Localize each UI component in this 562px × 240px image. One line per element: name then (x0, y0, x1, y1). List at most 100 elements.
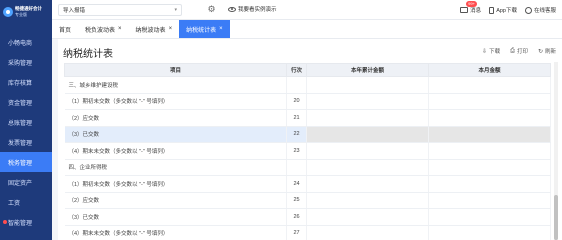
sidebar-item-ecommerce[interactable]: 小畅电商 (0, 32, 52, 52)
row-line (286, 159, 307, 176)
row-item: （3）已交数 (64, 208, 287, 226)
table-row[interactable]: （4）期末未交数（多交数以 "-" 号填列） 27 (64, 225, 551, 240)
headset-icon (524, 6, 532, 14)
table-row[interactable]: （3）已交数 26 (64, 208, 551, 226)
tab-label: 纳税统计表 (186, 27, 217, 34)
table-row[interactable]: （1）期初未交数（多交数以 "-" 号填列） 24 (64, 175, 551, 193)
row-month-amount (428, 93, 551, 110)
row-year-total (306, 142, 429, 160)
table-row-selected[interactable]: （3）已交数 22 (64, 126, 551, 143)
sidebar-item-invoice[interactable]: 发票管理 (0, 132, 52, 152)
row-line (286, 76, 307, 94)
row-year-total (306, 208, 429, 226)
row-year-total (306, 159, 429, 176)
scrollbar-thumb[interactable] (554, 195, 558, 240)
app-download-button[interactable]: App下载 (489, 6, 517, 14)
column-header-month-amount: 本月金额 (428, 63, 551, 77)
toolbar: ⇩ 下载 ⎙ 打印 ↻ 刷新 (482, 47, 556, 56)
row-month-amount (428, 159, 551, 176)
download-label: 下载 (489, 49, 501, 55)
sidebar-item-funds[interactable]: 资金管理 (0, 92, 52, 112)
close-icon[interactable]: × (118, 26, 122, 32)
app-download-label: App下载 (496, 8, 517, 14)
table-row[interactable]: 三、城乡维护建设税 (64, 76, 551, 94)
brand-sub: 专业版 (15, 12, 27, 17)
message-badge: 99+ (466, 1, 477, 7)
brand-logo[interactable]: 畅捷通好会计 专业版 (0, 0, 52, 24)
tab-bar: 首页 税负波动表 × 纳税波动表 × 纳税统计表 × (52, 20, 562, 39)
row-month-amount[interactable] (428, 126, 551, 143)
close-icon[interactable]: × (169, 26, 173, 32)
tab-home[interactable]: 首页 (52, 20, 78, 38)
tab-tax-statistics[interactable]: 纳税统计表 × (179, 20, 230, 38)
sidebar-item-purchase[interactable]: 采购管理 (0, 52, 52, 72)
row-line: 24 (286, 175, 307, 193)
tax-statistics-table: 项目 行次 本年累计金额 本月金额 三、城乡维护建设税 （1）期初未交数（多交数… (64, 63, 551, 240)
row-year-total (306, 93, 429, 110)
row-year-total[interactable] (306, 126, 429, 143)
row-line: 21 (286, 109, 307, 127)
row-month-amount (428, 109, 551, 127)
table-row[interactable]: （1）期初未交数（多交数以 "-" 号填列） 20 (64, 93, 551, 110)
row-year-total (306, 175, 429, 193)
row-month-amount (428, 208, 551, 226)
brand-logo-icon (3, 7, 13, 17)
row-item: 三、城乡维护建设税 (64, 76, 287, 94)
row-line: 26 (286, 208, 307, 226)
download-button[interactable]: ⇩ 下载 (482, 47, 501, 56)
company-select[interactable]: 导入报错 ▾ (58, 4, 182, 16)
message-icon (460, 7, 469, 13)
company-select-value: 导入报错 (63, 8, 86, 14)
topbar: 导入报错 ▾ ⚙ 我要看实例演示 99+ 消息 App下载 在线客服 (52, 0, 562, 20)
row-year-total (306, 76, 429, 94)
sidebar: 畅捷通好会计 专业版 小畅电商 采购管理 库存核算 资金管理 总账管理 发票管理… (0, 0, 52, 240)
sidebar-item-smart[interactable]: 智能管理 (0, 212, 52, 232)
sidebar-item-ledger[interactable]: 总账管理 (0, 112, 52, 132)
row-item: （1）期初未交数（多交数以 "-" 号填列） (64, 93, 287, 110)
sidebar-item-tax[interactable]: 税务管理 (0, 152, 52, 172)
sidebar-nav: 小畅电商 采购管理 库存核算 资金管理 总账管理 发票管理 税务管理 固定资产 … (0, 32, 52, 232)
tab-tax-fluctuation[interactable]: 纳税波动表 × (129, 20, 180, 38)
row-item: （3）已交数 (64, 126, 287, 143)
download-icon: ⇩ (482, 48, 488, 55)
print-button[interactable]: ⎙ 打印 (510, 47, 528, 56)
sidebar-item-inventory[interactable]: 库存核算 (0, 72, 52, 92)
row-year-total (306, 225, 429, 240)
demo-link[interactable]: 我要看实例演示 (228, 5, 277, 13)
refresh-button[interactable]: ↻ 刷新 (537, 47, 556, 56)
tab-tax-burden[interactable]: 税负波动表 × (78, 20, 129, 38)
row-line: 25 (286, 192, 307, 209)
page-title: 纳税统计表 (63, 49, 113, 60)
row-month-amount (428, 142, 551, 160)
table-row[interactable]: （2）应交数 21 (64, 109, 551, 127)
tab-label: 首页 (59, 27, 72, 34)
row-line: 23 (286, 142, 307, 160)
table-row[interactable]: （2）应交数 25 (64, 192, 551, 209)
notification-dot-icon (3, 220, 7, 224)
tab-label: 税负波动表 (85, 27, 116, 34)
row-item: （2）应交数 (64, 109, 287, 127)
customer-service-label: 在线客服 (533, 8, 556, 14)
main-panel: 纳税统计表 ⇩ 下载 ⎙ 打印 ↻ 刷新 项目 行次 本年累计金额 本月金额 三、城乡… (58, 39, 562, 240)
phone-icon (489, 6, 495, 14)
column-header-line: 行次 (286, 63, 307, 77)
table-row[interactable]: 四、企业所得税 (64, 159, 551, 176)
sidebar-item-payroll[interactable]: 工资 (0, 192, 52, 212)
row-item: （4）期末未交数（多交数以 "-" 号填列） (64, 142, 287, 160)
row-month-amount (428, 175, 551, 193)
row-line: 20 (286, 93, 307, 110)
row-line: 27 (286, 225, 307, 240)
tab-label: 纳税波动表 (135, 27, 166, 34)
table-row[interactable]: （4）期末未交数（多交数以 "-" 号填列） 23 (64, 142, 551, 160)
row-year-total (306, 192, 429, 209)
row-month-amount (428, 76, 551, 94)
row-line: 22 (286, 126, 307, 143)
close-icon[interactable]: × (219, 26, 223, 32)
print-icon: ⎙ (510, 47, 515, 54)
message-button[interactable]: 99+ 消息 (460, 1, 482, 14)
gear-icon[interactable]: ⚙ (206, 4, 217, 15)
refresh-icon: ↻ (537, 48, 543, 55)
sidebar-item-fixed-assets[interactable]: 固定资产 (0, 172, 52, 192)
customer-service-button[interactable]: 在线客服 (524, 6, 556, 14)
message-label: 消息 (470, 8, 482, 14)
